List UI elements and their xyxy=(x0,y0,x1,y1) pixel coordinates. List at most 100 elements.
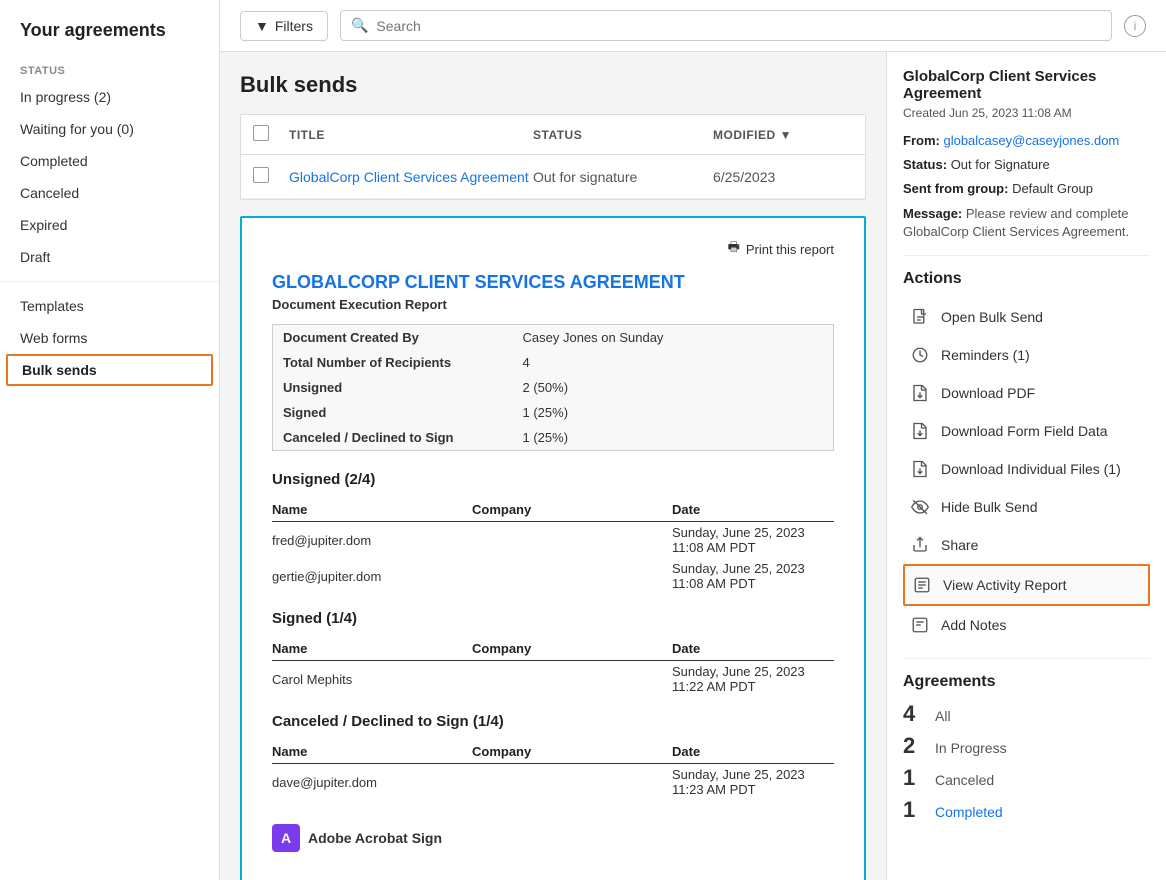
agreement-stats: 4 All 2 In Progress 1 Canceled 1 Complet… xyxy=(903,701,1150,823)
rp-status-value: Out for Signature xyxy=(951,157,1050,172)
col-header-modified: MODIFIED ▼ xyxy=(713,128,853,142)
topbar: ▼ Filters 🔍 i xyxy=(220,0,1166,52)
action-label: Download Individual Files (1) xyxy=(941,461,1121,477)
stat-label: All xyxy=(935,708,951,724)
rp-agreements-section: Agreements 4 All 2 In Progress 1 Cancele… xyxy=(903,673,1150,823)
row-checkbox[interactable] xyxy=(253,167,269,183)
stat-label: Canceled xyxy=(935,772,994,788)
signed-col-company: Company xyxy=(472,637,672,661)
sidebar-item-completed[interactable]: Completed xyxy=(0,145,219,177)
row-title[interactable]: GlobalCorp Client Services Agreement xyxy=(289,169,533,185)
rp-from-email[interactable]: globalcasey@caseyjones.dom xyxy=(943,133,1119,148)
sidebar-item-draft[interactable]: Draft xyxy=(0,241,219,273)
download-icon xyxy=(909,458,931,480)
action-reminders[interactable]: Reminders (1) xyxy=(903,336,1150,374)
search-input[interactable] xyxy=(376,18,1101,34)
unsigned-col-date: Date xyxy=(672,498,834,522)
filter-button[interactable]: ▼ Filters xyxy=(240,11,328,41)
signed-section-title: Signed (1/4) xyxy=(272,610,834,627)
canceled-table: Name Company Date dave@jupiter.domSunday… xyxy=(272,740,834,800)
doc-subtitle: Document Execution Report xyxy=(272,297,834,312)
rp-from: From: globalcasey@caseyjones.dom xyxy=(903,132,1150,150)
stat-count: 1 xyxy=(903,765,927,791)
rp-divider-1 xyxy=(903,255,1150,256)
search-box: 🔍 xyxy=(340,10,1112,41)
stat-completed: 1 Completed xyxy=(903,797,1150,823)
person-company xyxy=(472,522,672,559)
notes-icon xyxy=(909,614,931,636)
download-icon xyxy=(909,382,931,404)
print-bar: 🖶 Print this report xyxy=(272,238,834,260)
signed-table: Name Company Date Carol MephitsSunday, J… xyxy=(272,637,834,697)
action-share[interactable]: Share xyxy=(903,526,1150,564)
summary-key: Signed xyxy=(273,400,513,425)
action-hide-bulk-send[interactable]: Hide Bulk Send xyxy=(903,488,1150,526)
sidebar-item-in-progress[interactable]: In progress (2) xyxy=(0,81,219,113)
person-name: Carol Mephits xyxy=(272,661,472,698)
logo-footer: A Adobe Acrobat Sign xyxy=(272,824,834,852)
action-label: Open Bulk Send xyxy=(941,309,1043,325)
summary-value: 1 (25%) xyxy=(513,400,834,425)
sidebar-item-bulk-sends[interactable]: Bulk sends xyxy=(6,354,213,386)
row-modified: 6/25/2023 xyxy=(713,169,853,185)
stat-label[interactable]: Completed xyxy=(935,804,1003,820)
person-company xyxy=(472,764,672,801)
unsigned-section-title: Unsigned (2/4) xyxy=(272,471,834,488)
summary-row: Canceled / Declined to Sign1 (25%) xyxy=(273,425,834,451)
content-area: Bulk sends TITLE STATUS MODIFIED ▼ Globa… xyxy=(220,52,1166,880)
action-add-notes[interactable]: Add Notes xyxy=(903,606,1150,644)
action-label: Download PDF xyxy=(941,385,1035,401)
sidebar-item-web-forms[interactable]: Web forms xyxy=(0,322,219,354)
action-download-pdf[interactable]: Download PDF xyxy=(903,374,1150,412)
sort-arrow-icon: ▼ xyxy=(780,128,792,142)
rp-agreements-title: Agreements xyxy=(903,673,1150,691)
eye-icon xyxy=(909,496,931,518)
doc-preview: 🖶 Print this report GLOBALCORP CLIENT SE… xyxy=(240,216,866,880)
sidebar-item-expired[interactable]: Expired xyxy=(0,209,219,241)
summary-value: Casey Jones on Sunday xyxy=(513,325,834,351)
summary-key: Unsigned xyxy=(273,375,513,400)
stat-canceled: 1 Canceled xyxy=(903,765,1150,791)
summary-key: Canceled / Declined to Sign xyxy=(273,425,513,451)
rp-actions-title: Actions xyxy=(903,270,1150,288)
report-icon xyxy=(911,574,933,596)
summary-value: 1 (25%) xyxy=(513,425,834,451)
sidebar-item-waiting[interactable]: Waiting for you (0) xyxy=(0,113,219,145)
action-download-form-field-data[interactable]: Download Form Field Data xyxy=(903,412,1150,450)
canceled-col-company: Company xyxy=(472,740,672,764)
action-open-bulk-send[interactable]: Open Bulk Send xyxy=(903,298,1150,336)
filter-label: Filters xyxy=(275,18,313,34)
stat-count: 2 xyxy=(903,733,927,759)
table-row[interactable]: GlobalCorp Client Services Agreement Out… xyxy=(241,155,865,199)
print-link[interactable]: 🖶 Print this report xyxy=(728,238,834,260)
action-download-individual-files[interactable]: Download Individual Files (1) xyxy=(903,450,1150,488)
summary-row: Document Created ByCasey Jones on Sunday xyxy=(273,325,834,351)
person-date: Sunday, June 25, 2023 11:08 AM PDT xyxy=(672,558,834,594)
main-content: ▼ Filters 🔍 i Bulk sends TITLE STATUS MO… xyxy=(220,0,1166,880)
people-row: fred@jupiter.domSunday, June 25, 2023 11… xyxy=(272,522,834,559)
rp-sent-from-value: Default Group xyxy=(1012,181,1093,196)
summary-value: 2 (50%) xyxy=(513,375,834,400)
rp-message: Message: Please review and complete Glob… xyxy=(903,205,1150,241)
row-status: Out for signature xyxy=(533,169,713,185)
table-header: TITLE STATUS MODIFIED ▼ xyxy=(241,115,865,155)
unsigned-col-company: Company xyxy=(472,498,672,522)
sidebar-item-templates[interactable]: Templates xyxy=(0,290,219,322)
person-name: dave@jupiter.dom xyxy=(272,764,472,801)
adobe-logo-icon: A xyxy=(272,824,300,852)
person-name: gertie@jupiter.dom xyxy=(272,558,472,594)
action-view-activity-report[interactable]: View Activity Report xyxy=(903,564,1150,606)
page-title: Bulk sends xyxy=(240,72,866,98)
header-checkbox[interactable] xyxy=(253,125,269,141)
info-icon[interactable]: i xyxy=(1124,15,1146,37)
clock-icon xyxy=(909,344,931,366)
rp-status: Status: Out for Signature xyxy=(903,156,1150,174)
doc-title: GLOBALCORP CLIENT SERVICES AGREEMENT xyxy=(272,272,834,293)
summary-value: 4 xyxy=(513,350,834,375)
summary-row: Total Number of Recipients4 xyxy=(273,350,834,375)
logo-text: Adobe Acrobat Sign xyxy=(308,830,442,846)
person-date: Sunday, June 25, 2023 11:22 AM PDT xyxy=(672,661,834,698)
sidebar-item-canceled[interactable]: Canceled xyxy=(0,177,219,209)
doc-icon xyxy=(909,306,931,328)
col-header-title: TITLE xyxy=(289,128,533,142)
